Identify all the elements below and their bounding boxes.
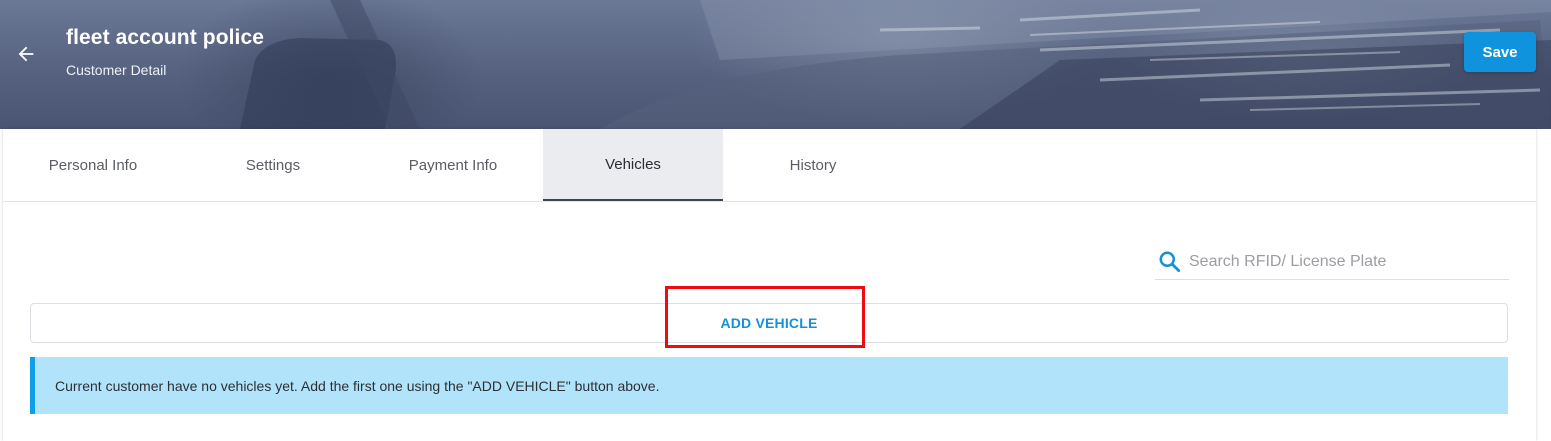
tab-bar: Personal Info Settings Payment Info Vehi… [3,129,1536,202]
customer-detail-page: fleet account police Customer Detail Sav… [0,0,1551,441]
search-input[interactable] [1187,252,1491,272]
tab-payment-info[interactable]: Payment Info [363,129,543,201]
arrow-left-icon [18,46,34,62]
add-vehicle-bar: ADD VEHICLE [30,303,1508,343]
back-button[interactable] [10,38,42,70]
page-subtitle: Customer Detail [66,62,167,78]
search-box [1155,245,1509,280]
tab-history[interactable]: History [723,129,903,201]
tab-settings[interactable]: Settings [183,129,363,201]
header-banner: fleet account police Customer Detail Sav… [0,0,1551,129]
tab-personal-info[interactable]: Personal Info [3,129,183,201]
save-button[interactable]: Save [1464,32,1536,72]
tab-vehicles[interactable]: Vehicles [543,129,723,201]
info-notice: Current customer have no vehicles yet. A… [30,357,1508,414]
notice-text: Current customer have no vehicles yet. A… [55,377,660,394]
add-vehicle-button[interactable]: ADD VEHICLE [665,306,873,340]
page-title: fleet account police [66,26,265,49]
search-icon [1159,251,1181,273]
customer-detail-card: Personal Info Settings Payment Info Vehi… [3,129,1536,441]
car-wash-background-image [240,0,1551,129]
